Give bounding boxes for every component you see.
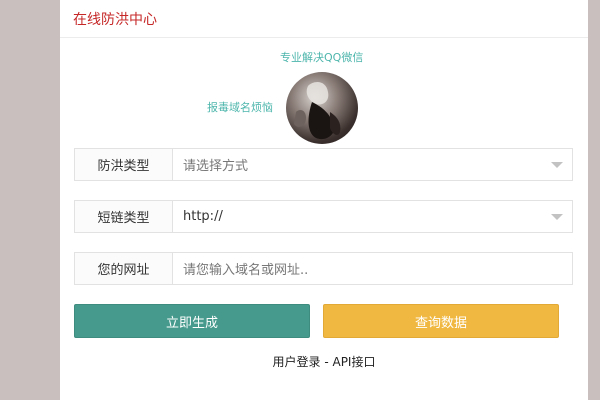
url-label: 您的网址 [75,253,173,284]
caret-down-icon [551,162,563,168]
footer-links: 用户登录 - API接口 [60,353,588,370]
short-link-type-row: 短链类型 http:// [74,200,573,233]
generate-button[interactable]: 立即生成 [74,304,310,338]
url-input[interactable]: 请您输入域名或网址.. [173,253,572,284]
short-link-type-label: 短链类型 [75,201,173,232]
user-login-link[interactable]: 用户登录 [273,355,321,369]
promo-text-line2: 报毒域名烦恼 [207,101,273,114]
avatar [286,72,358,144]
caret-down-icon [551,214,563,220]
protection-type-row: 防洪类型 请选择方式 [74,148,573,181]
short-link-type-select[interactable]: http:// [173,201,572,232]
url-row: 您的网址 请您输入域名或网址.. [74,252,573,285]
promo-text-line1: 专业解决QQ微信 [280,51,364,64]
anti-flood-panel: 在线防洪中心 专业解决QQ微信 报毒域名烦恼 防洪类型 请选择方式 短链类型 h… [60,0,588,400]
protection-type-label: 防洪类型 [75,149,173,180]
query-data-button[interactable]: 查询数据 [323,304,559,338]
panel-title: 在线防洪中心 [73,12,157,28]
url-placeholder: 请您输入域名或网址.. [183,263,309,278]
panel-header: 在线防洪中心 [60,0,588,38]
short-link-type-value: http:// [183,209,223,224]
protection-type-value: 请选择方式 [183,159,249,174]
footer-separator: - [320,355,333,369]
api-link[interactable]: API接口 [332,355,375,369]
protection-type-select[interactable]: 请选择方式 [173,149,572,180]
